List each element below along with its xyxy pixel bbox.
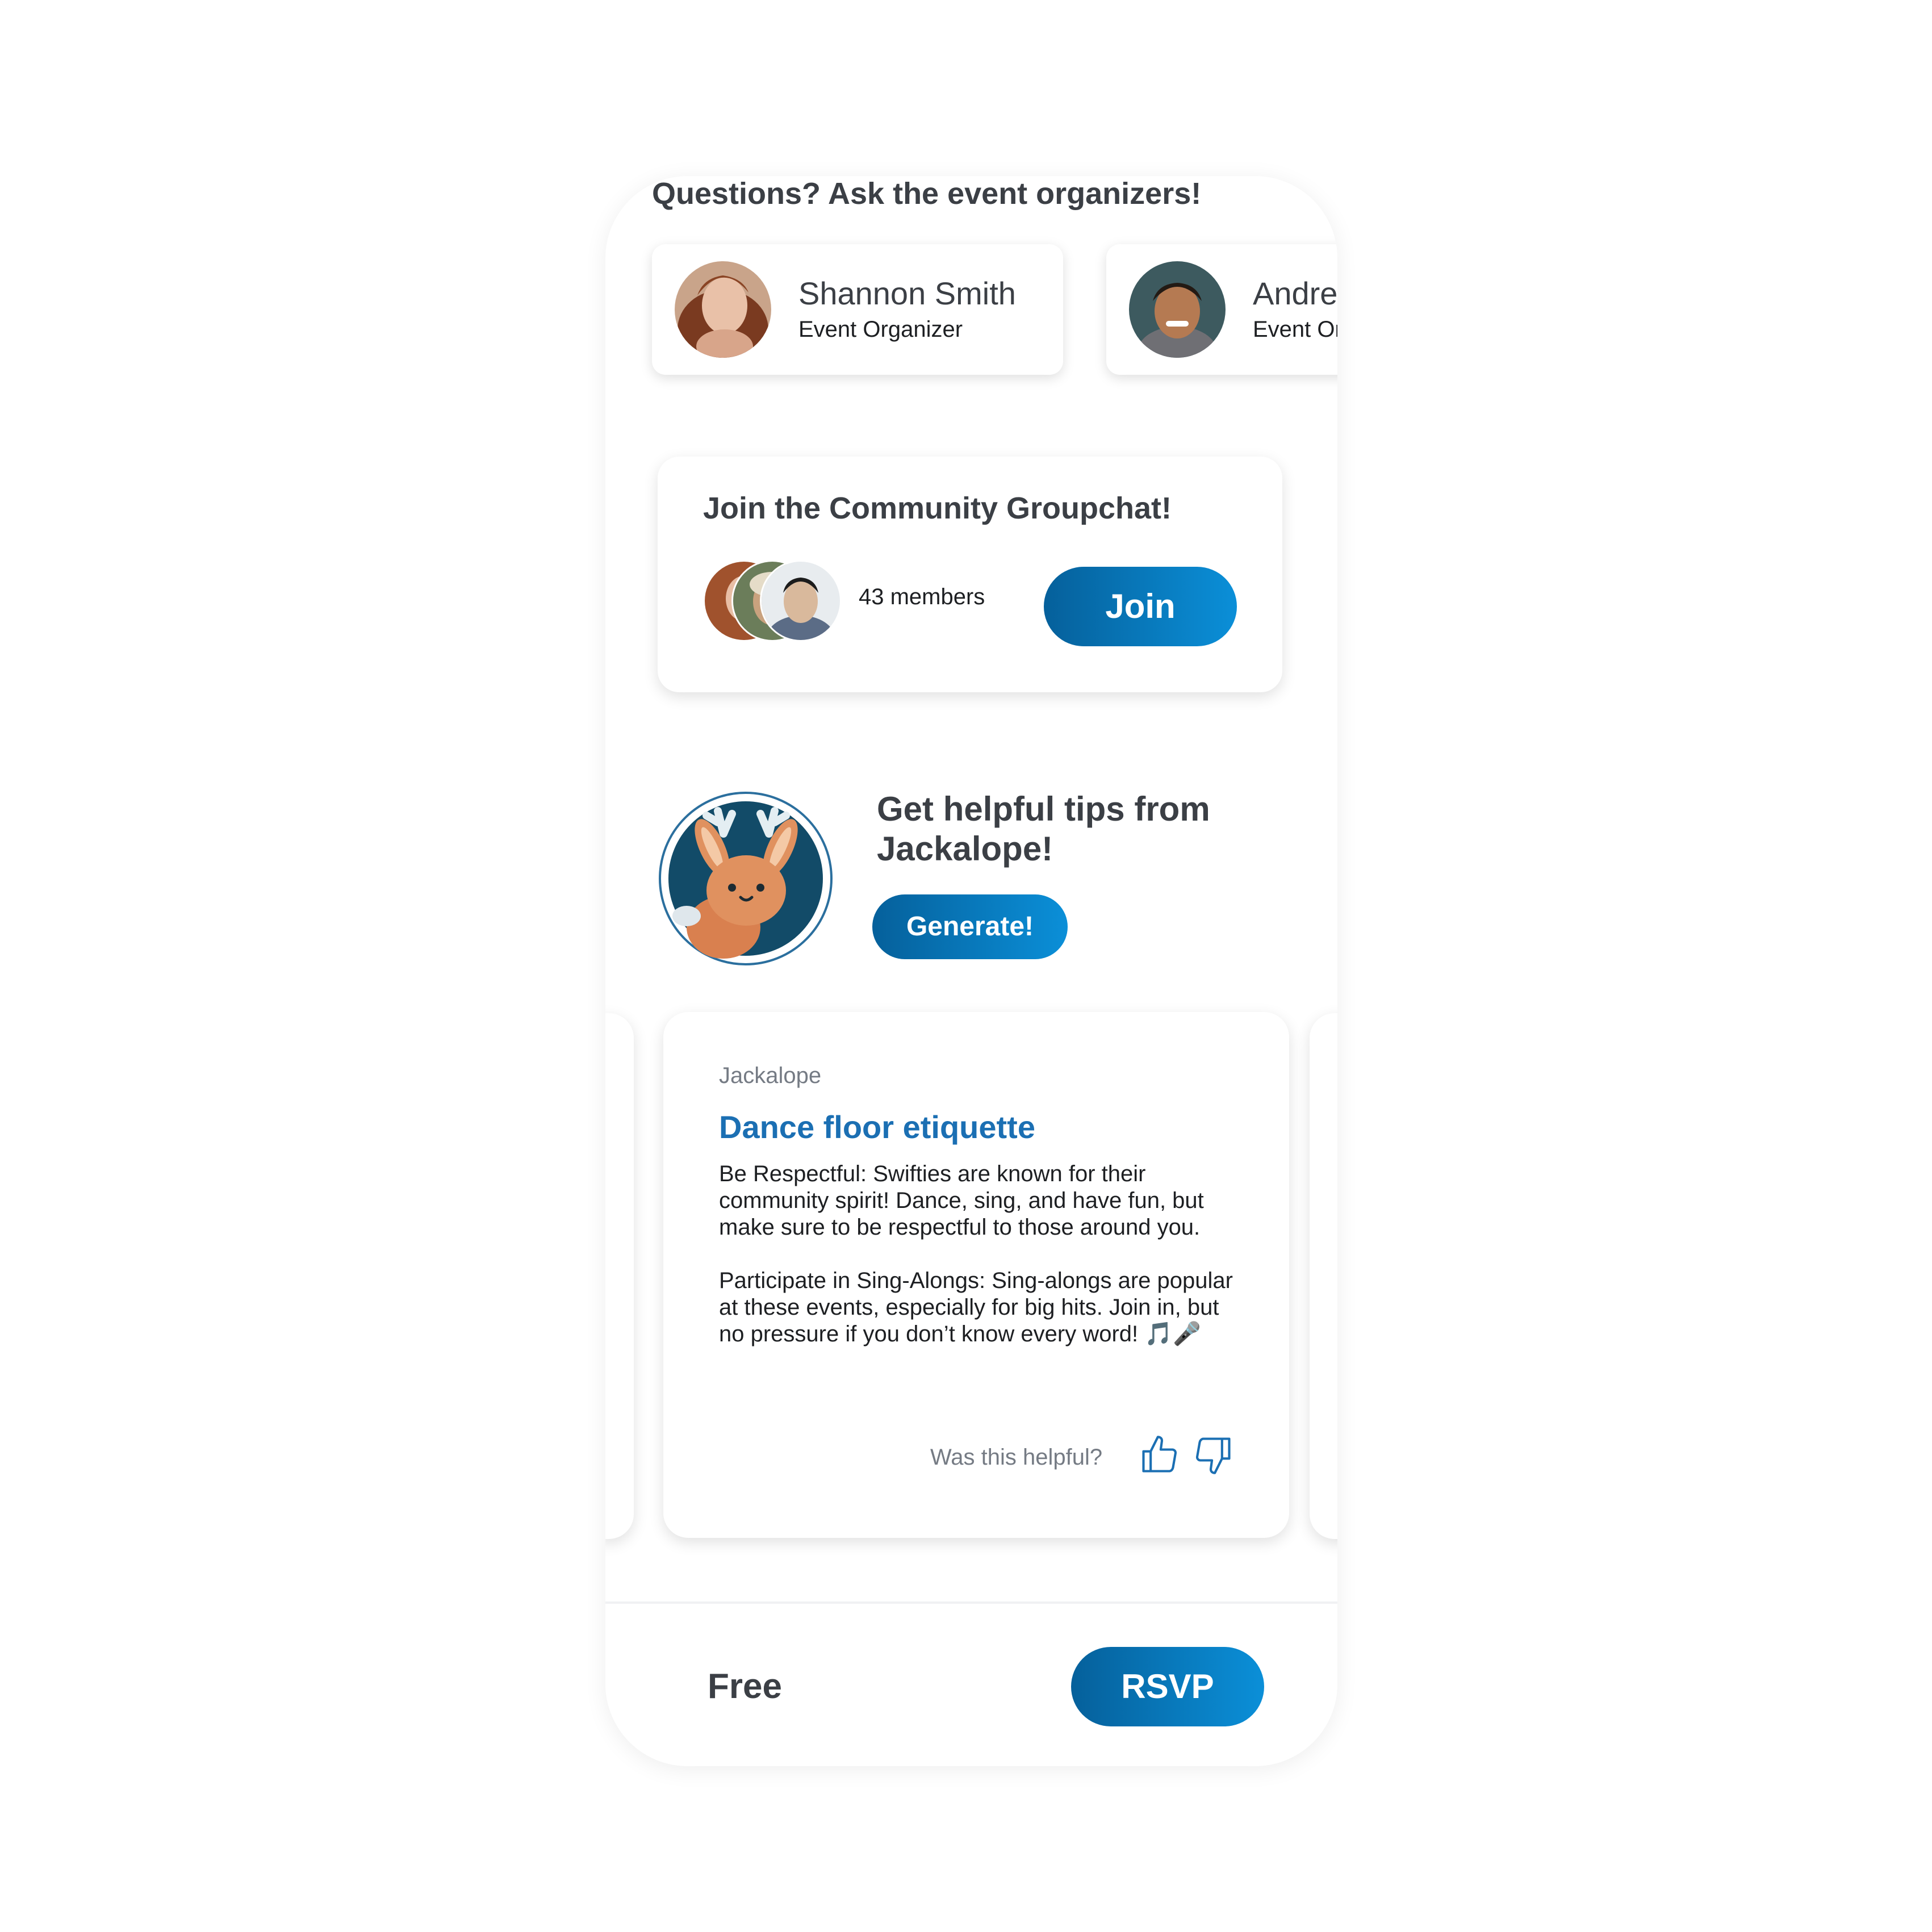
tip-paragraph: Participate in Sing-Alongs: Sing-alongs …: [719, 1268, 1233, 1346]
organizer-avatar: [675, 261, 771, 358]
groupchat-card: Join the Community Groupchat! 43 members…: [658, 457, 1282, 692]
previous-tip-card[interactable]: [605, 1013, 634, 1539]
join-button[interactable]: Join: [1044, 567, 1237, 646]
thumbs-up-icon[interactable]: [1138, 1433, 1181, 1477]
organizer-card-andre[interactable]: Andre Event Or: [1106, 244, 1337, 375]
feedback-prompt: Was this helpful?: [930, 1445, 1103, 1470]
organizer-card-shannon[interactable]: Shannon Smith Event Organizer: [652, 244, 1063, 375]
organizer-avatar: [1129, 261, 1226, 358]
phone-screen: Questions? Ask the event organizers! Sha…: [605, 176, 1337, 1766]
groupchat-title: Join the Community Groupchat!: [703, 491, 1172, 525]
organizer-role: Event Or: [1253, 317, 1337, 342]
thumbs-down-icon[interactable]: [1191, 1433, 1235, 1477]
tip-paragraph: Be Respectful: Swifties are known for th…: [719, 1161, 1204, 1240]
price-label: Free: [708, 1667, 782, 1706]
tip-card: Jackalope Dance floor etiquette Be Respe…: [663, 1012, 1289, 1538]
organizers-title: Questions? Ask the event organizers!: [652, 177, 1202, 211]
member-avatar: [760, 560, 842, 642]
rsvp-button[interactable]: RSVP: [1071, 1647, 1264, 1726]
next-tip-card[interactable]: [1310, 1013, 1337, 1539]
bottom-bar: Free RSVP: [605, 1601, 1337, 1766]
generate-button[interactable]: Generate!: [872, 894, 1068, 959]
organizer-name: Shannon Smith: [798, 275, 1016, 311]
tip-heading: Dance floor etiquette: [719, 1109, 1035, 1145]
member-count: 43 members: [859, 584, 985, 609]
tip-source: Jackalope: [719, 1063, 822, 1088]
organizer-role: Event Organizer: [798, 317, 963, 342]
tips-title: Get helpful tips from Jackalope!: [877, 790, 1210, 868]
tip-body: Be Respectful: Swifties are known for th…: [719, 1161, 1241, 1374]
member-avatar-stack: [703, 560, 851, 642]
jackalope-mascot: [659, 792, 833, 965]
organizer-name: Andre: [1253, 275, 1337, 311]
